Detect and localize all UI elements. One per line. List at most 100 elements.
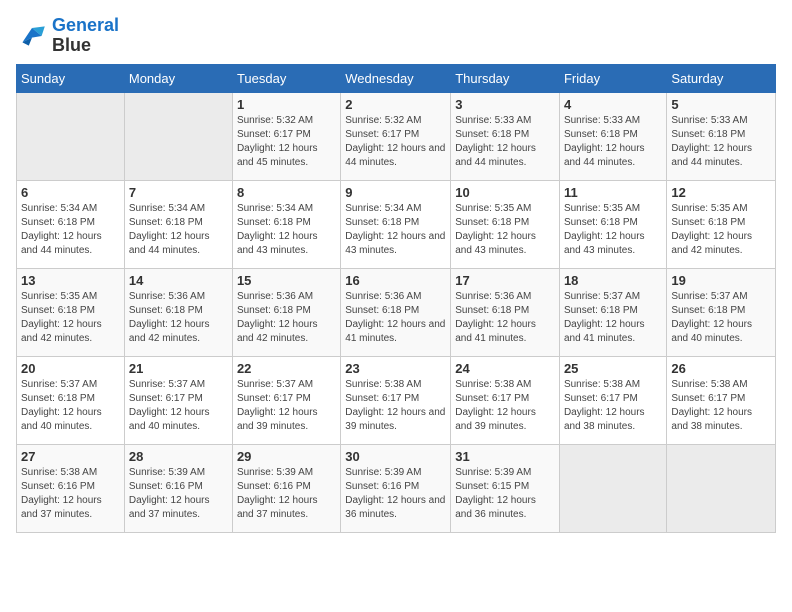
day-number: 20	[21, 361, 120, 376]
weekday-header-row: SundayMondayTuesdayWednesdayThursdayFrid…	[17, 64, 776, 92]
calendar-day-cell: 27Sunrise: 5:38 AM Sunset: 6:16 PM Dayli…	[17, 444, 125, 532]
day-number: 11	[564, 185, 662, 200]
page-header: GeneralBlue	[16, 16, 776, 56]
day-info: Sunrise: 5:32 AM Sunset: 6:17 PM Dayligh…	[237, 114, 336, 170]
day-info: Sunrise: 5:34 AM Sunset: 6:18 PM Dayligh…	[237, 202, 336, 258]
calendar-week-row: 13 Sunrise: 5:35 AM Sunset: 6:18 PM Dayli…	[17, 268, 776, 356]
day-info: Sunrise: 5:38 AM Sunset: 6:16 PM Dayligh…	[21, 466, 120, 522]
calendar-day-cell: 9 Sunrise: 5:34 AM Sunset: 6:18 PM Daylig…	[341, 180, 451, 268]
day-number: 2	[345, 97, 446, 112]
calendar-day-cell: 20 Sunrise: 5:37 AM Sunset: 6:18 PM Dayli…	[17, 356, 125, 444]
calendar-day-cell: 6Sunrise: 5:34 AM Sunset: 6:18 PM Daylig…	[17, 180, 125, 268]
day-info: Sunrise: 5:39 AM Sunset: 6:15 PM Dayligh…	[455, 466, 555, 522]
day-info: Sunrise: 5:34 AM Sunset: 6:18 PM Dayligh…	[21, 202, 120, 258]
day-number: 21	[129, 361, 228, 376]
day-info: Sunrise: 5:35 AM Sunset: 6:18 PM Dayligh…	[21, 290, 120, 346]
calendar-day-cell: 10Sunrise: 5:35 AM Sunset: 6:18 PM Dayli…	[451, 180, 560, 268]
day-number: 25	[564, 361, 662, 376]
calendar-day-cell: 14 Sunrise: 5:36 AM Sunset: 6:18 PM Dayli…	[124, 268, 232, 356]
weekday-header-cell: Wednesday	[341, 64, 451, 92]
calendar-day-cell: 18Sunrise: 5:37 AM Sunset: 6:18 PM Dayli…	[559, 268, 666, 356]
day-number: 16	[345, 273, 446, 288]
calendar-day-cell: 22 Sunrise: 5:37 AM Sunset: 6:17 PM Dayli…	[232, 356, 340, 444]
calendar-day-cell	[559, 444, 666, 532]
calendar-day-cell: 8 Sunrise: 5:34 AM Sunset: 6:18 PM Daylig…	[232, 180, 340, 268]
day-info: Sunrise: 5:36 AM Sunset: 6:18 PM Dayligh…	[345, 290, 446, 346]
day-number: 1	[237, 97, 336, 112]
day-info: Sunrise: 5:38 AM Sunset: 6:17 PM Dayligh…	[564, 378, 662, 434]
day-info: Sunrise: 5:35 AM Sunset: 6:18 PM Dayligh…	[671, 202, 771, 258]
calendar-day-cell	[17, 92, 125, 180]
day-info: Sunrise: 5:35 AM Sunset: 6:18 PM Dayligh…	[455, 202, 555, 258]
day-info: Sunrise: 5:37 AM Sunset: 6:18 PM Dayligh…	[21, 378, 120, 434]
calendar-day-cell: 13 Sunrise: 5:35 AM Sunset: 6:18 PM Dayli…	[17, 268, 125, 356]
calendar-day-cell: 24 Sunrise: 5:38 AM Sunset: 6:17 PM Dayli…	[451, 356, 560, 444]
day-number: 28	[129, 449, 228, 464]
day-number: 5	[671, 97, 771, 112]
day-number: 19	[671, 273, 771, 288]
weekday-header-cell: Thursday	[451, 64, 560, 92]
day-number: 14	[129, 273, 228, 288]
calendar-day-cell: 16 Sunrise: 5:36 AM Sunset: 6:18 PM Dayli…	[341, 268, 451, 356]
day-number: 22	[237, 361, 336, 376]
day-info: Sunrise: 5:37 AM Sunset: 6:17 PM Dayligh…	[237, 378, 336, 434]
calendar-day-cell: 1 Sunrise: 5:32 AM Sunset: 6:17 PM Daylig…	[232, 92, 340, 180]
calendar-day-cell: 28 Sunrise: 5:39 AM Sunset: 6:16 PM Dayli…	[124, 444, 232, 532]
day-info: Sunrise: 5:33 AM Sunset: 6:18 PM Dayligh…	[671, 114, 771, 170]
calendar-day-cell: 15Sunrise: 5:36 AM Sunset: 6:18 PM Dayli…	[232, 268, 340, 356]
day-info: Sunrise: 5:34 AM Sunset: 6:18 PM Dayligh…	[129, 202, 228, 258]
calendar-day-cell	[124, 92, 232, 180]
calendar-day-cell: 30Sunrise: 5:39 AM Sunset: 6:16 PM Dayli…	[341, 444, 451, 532]
calendar-day-cell: 3 Sunrise: 5:33 AM Sunset: 6:18 PM Daylig…	[451, 92, 560, 180]
calendar-day-cell: 12 Sunrise: 5:35 AM Sunset: 6:18 PM Dayli…	[667, 180, 776, 268]
logo: GeneralBlue	[16, 16, 119, 56]
day-info: Sunrise: 5:34 AM Sunset: 6:18 PM Dayligh…	[345, 202, 446, 258]
day-number: 12	[671, 185, 771, 200]
day-info: Sunrise: 5:33 AM Sunset: 6:18 PM Dayligh…	[564, 114, 662, 170]
day-info: Sunrise: 5:37 AM Sunset: 6:18 PM Dayligh…	[564, 290, 662, 346]
day-number: 13	[21, 273, 120, 288]
day-number: 3	[455, 97, 555, 112]
day-info: Sunrise: 5:39 AM Sunset: 6:16 PM Dayligh…	[129, 466, 228, 522]
day-info: Sunrise: 5:32 AM Sunset: 6:17 PM Dayligh…	[345, 114, 446, 170]
calendar-day-cell: 29Sunrise: 5:39 AM Sunset: 6:16 PM Dayli…	[232, 444, 340, 532]
day-info: Sunrise: 5:36 AM Sunset: 6:18 PM Dayligh…	[237, 290, 336, 346]
weekday-header-cell: Monday	[124, 64, 232, 92]
calendar-day-cell: 31 Sunrise: 5:39 AM Sunset: 6:15 PM Dayli…	[451, 444, 560, 532]
calendar-day-cell: 7 Sunrise: 5:34 AM Sunset: 6:18 PM Daylig…	[124, 180, 232, 268]
day-info: Sunrise: 5:38 AM Sunset: 6:17 PM Dayligh…	[671, 378, 771, 434]
day-info: Sunrise: 5:36 AM Sunset: 6:18 PM Dayligh…	[129, 290, 228, 346]
calendar-week-row: 27Sunrise: 5:38 AM Sunset: 6:16 PM Dayli…	[17, 444, 776, 532]
calendar-day-cell: 11 Sunrise: 5:35 AM Sunset: 6:18 PM Dayli…	[559, 180, 666, 268]
day-info: Sunrise: 5:38 AM Sunset: 6:17 PM Dayligh…	[455, 378, 555, 434]
day-number: 29	[237, 449, 336, 464]
calendar-week-row: 20 Sunrise: 5:37 AM Sunset: 6:18 PM Dayli…	[17, 356, 776, 444]
calendar-day-cell: 4Sunrise: 5:33 AM Sunset: 6:18 PM Daylig…	[559, 92, 666, 180]
day-number: 31	[455, 449, 555, 464]
day-info: Sunrise: 5:33 AM Sunset: 6:18 PM Dayligh…	[455, 114, 555, 170]
day-number: 8	[237, 185, 336, 200]
logo-text: GeneralBlue	[52, 16, 119, 56]
day-number: 9	[345, 185, 446, 200]
day-info: Sunrise: 5:37 AM Sunset: 6:18 PM Dayligh…	[671, 290, 771, 346]
calendar-day-cell: 19 Sunrise: 5:37 AM Sunset: 6:18 PM Dayli…	[667, 268, 776, 356]
calendar-day-cell: 5 Sunrise: 5:33 AM Sunset: 6:18 PM Daylig…	[667, 92, 776, 180]
calendar-day-cell: 17 Sunrise: 5:36 AM Sunset: 6:18 PM Dayli…	[451, 268, 560, 356]
calendar-day-cell: 26Sunrise: 5:38 AM Sunset: 6:17 PM Dayli…	[667, 356, 776, 444]
calendar-week-row: 6Sunrise: 5:34 AM Sunset: 6:18 PM Daylig…	[17, 180, 776, 268]
day-number: 17	[455, 273, 555, 288]
calendar-day-cell: 2 Sunrise: 5:32 AM Sunset: 6:17 PM Daylig…	[341, 92, 451, 180]
day-number: 7	[129, 185, 228, 200]
day-number: 24	[455, 361, 555, 376]
calendar-week-row: 1 Sunrise: 5:32 AM Sunset: 6:17 PM Daylig…	[17, 92, 776, 180]
calendar-table: SundayMondayTuesdayWednesdayThursdayFrid…	[16, 64, 776, 533]
weekday-header-cell: Friday	[559, 64, 666, 92]
day-info: Sunrise: 5:35 AM Sunset: 6:18 PM Dayligh…	[564, 202, 662, 258]
weekday-header-cell: Sunday	[17, 64, 125, 92]
day-info: Sunrise: 5:36 AM Sunset: 6:18 PM Dayligh…	[455, 290, 555, 346]
calendar-body: 1 Sunrise: 5:32 AM Sunset: 6:17 PM Daylig…	[17, 92, 776, 532]
day-info: Sunrise: 5:38 AM Sunset: 6:17 PM Dayligh…	[345, 378, 446, 434]
day-info: Sunrise: 5:37 AM Sunset: 6:17 PM Dayligh…	[129, 378, 228, 434]
logo-bird-icon	[16, 20, 48, 52]
day-number: 23	[345, 361, 446, 376]
